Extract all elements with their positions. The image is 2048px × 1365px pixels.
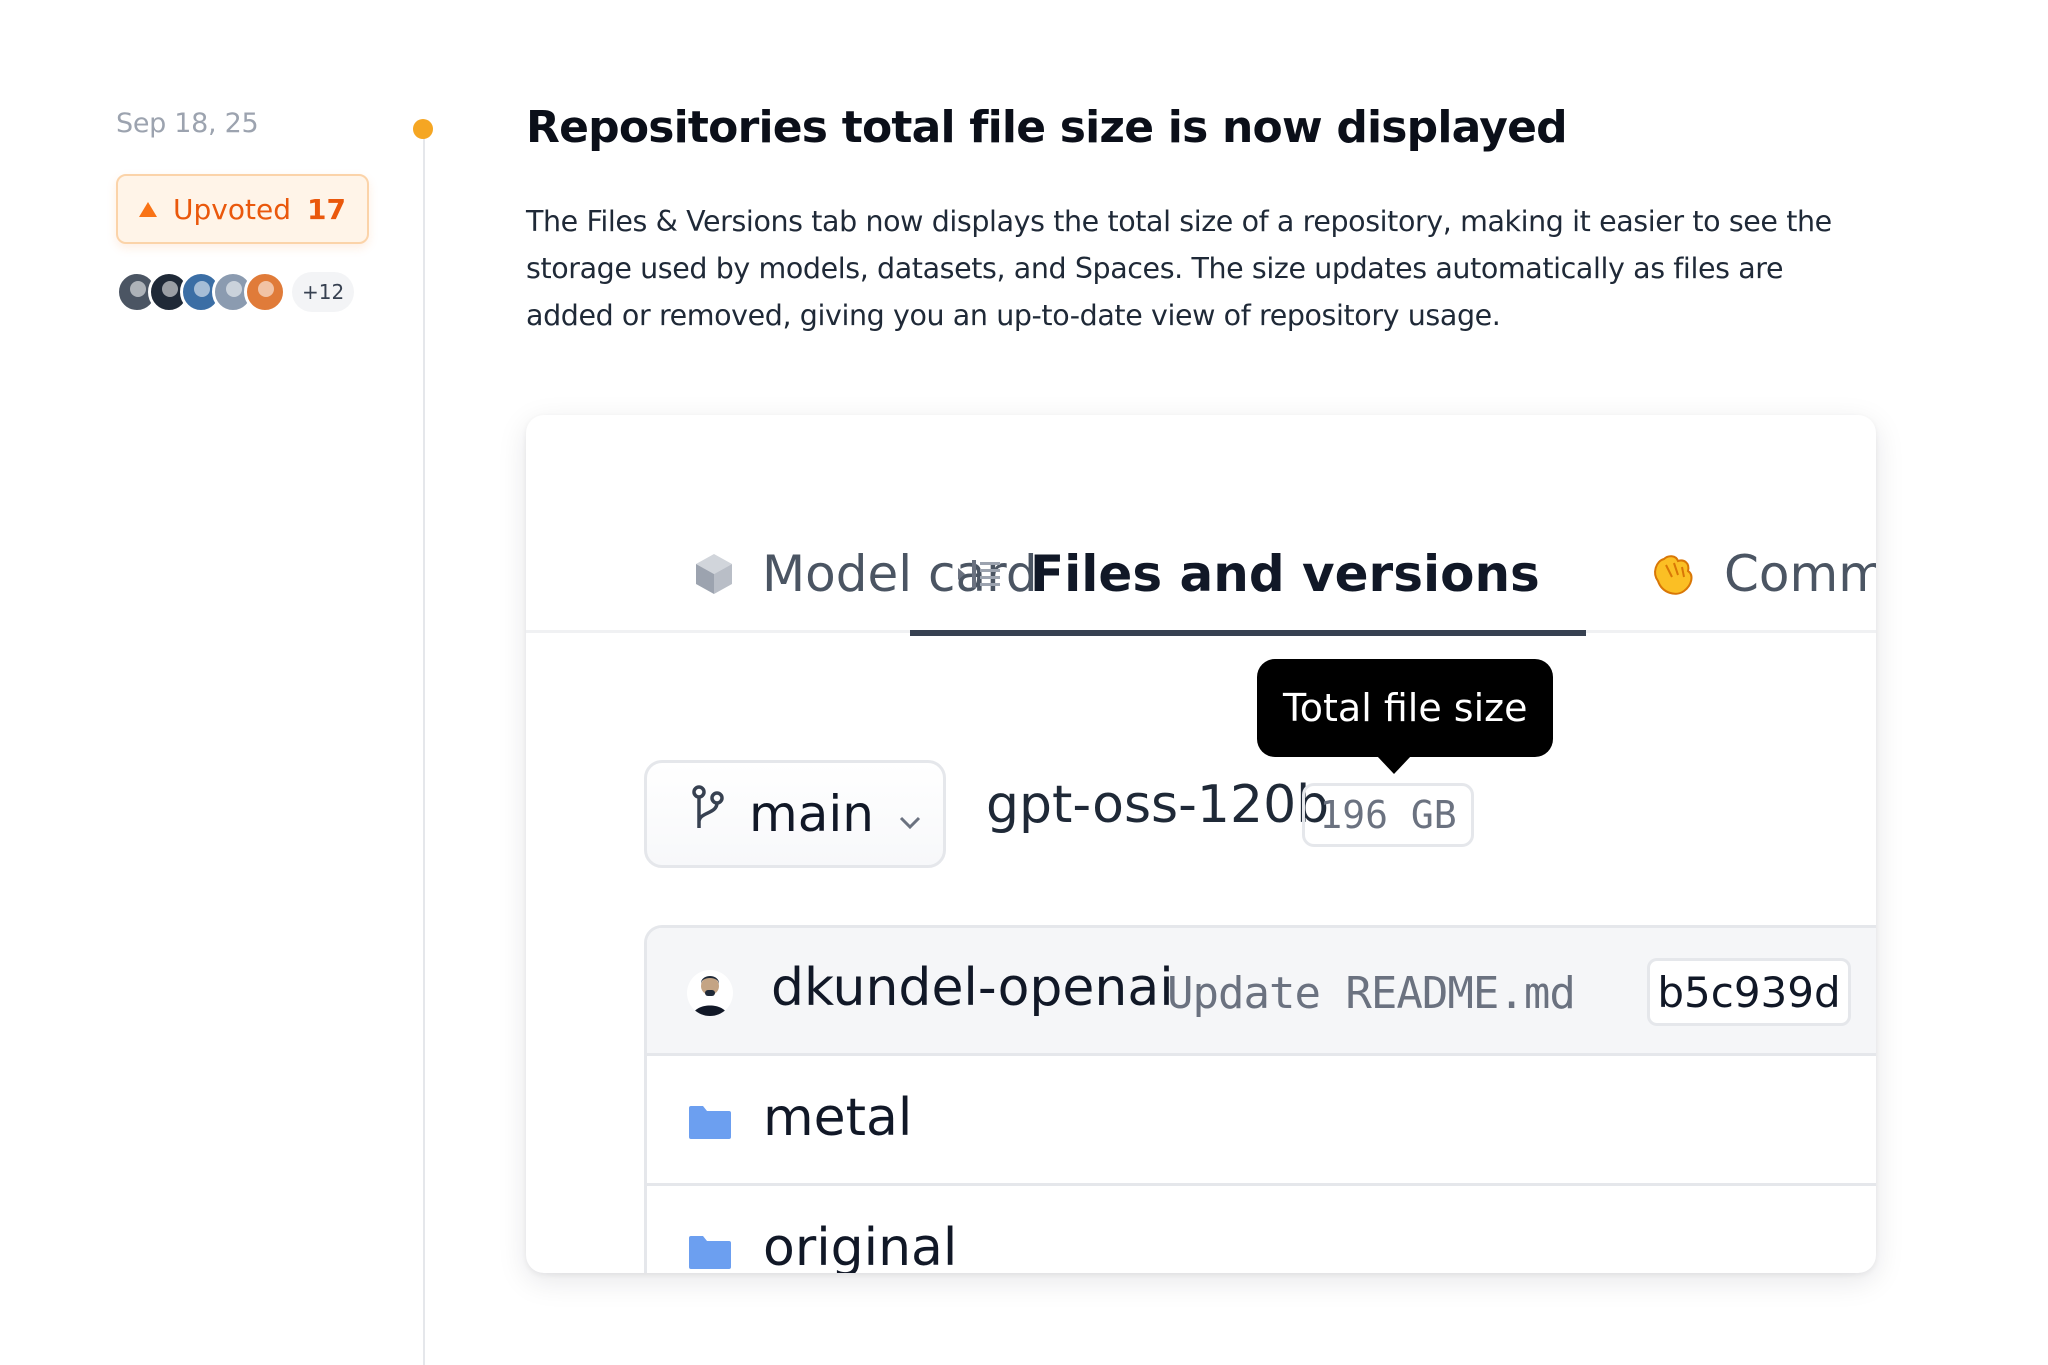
folder-icon bbox=[687, 1234, 733, 1273]
upvote-arrow-icon bbox=[139, 201, 158, 217]
repo-name: gpt-oss-120b bbox=[986, 775, 1330, 835]
avatar[interactable] bbox=[244, 271, 286, 313]
upvoter-avatars[interactable]: +12 bbox=[116, 270, 355, 314]
commit-hash[interactable]: b5c939d bbox=[1647, 958, 1851, 1026]
commit-message[interactable]: Update README.md bbox=[1167, 968, 1576, 1019]
file-tree-icon bbox=[956, 556, 1002, 592]
tab-community[interactable]: Commu bbox=[1648, 515, 1876, 633]
entry-description: The Files & Versions tab now displays th… bbox=[526, 205, 1832, 332]
list-item[interactable]: original bbox=[647, 1186, 1876, 1273]
chevron-down-icon bbox=[898, 785, 922, 843]
branch-label: main bbox=[749, 785, 874, 843]
list-item[interactable]: metal bbox=[647, 1056, 1876, 1186]
tab-label: Commu bbox=[1724, 545, 1876, 603]
last-commit-row[interactable]: dkundel-openai Update README.md b5c939d bbox=[647, 928, 1876, 1056]
tab-label: Files and versions bbox=[1030, 545, 1540, 603]
repo-tabs: Model card Files and versions Comm bbox=[526, 415, 1876, 636]
timeline-line bbox=[423, 130, 425, 1365]
folder-icon bbox=[687, 1104, 733, 1144]
hand-emoji-icon bbox=[1648, 551, 1696, 597]
total-size-tooltip: Total file size bbox=[1257, 659, 1554, 774]
branch-selector[interactable]: main bbox=[644, 760, 946, 868]
avatar[interactable] bbox=[687, 970, 733, 1016]
folder-name: metal bbox=[763, 1088, 913, 1148]
total-size-badge: 196 GB bbox=[1302, 783, 1474, 847]
timeline-dot bbox=[413, 119, 433, 139]
folder-name: original bbox=[763, 1218, 958, 1273]
cube-icon bbox=[694, 552, 734, 596]
feature-screenshot: Model card Files and versions Comm Total… bbox=[526, 415, 1876, 1273]
entry-date: Sep 18, 25 bbox=[116, 108, 259, 139]
entry-title: Repositories total file size is now disp… bbox=[526, 102, 1568, 153]
more-upvoters-count[interactable]: +12 bbox=[292, 272, 355, 312]
file-table: dkundel-openai Update README.md b5c939d … bbox=[644, 925, 1876, 1273]
upvote-count: 17 bbox=[306, 192, 346, 226]
changelog-page: Sep 18, 25 Upvoted 17 +12 Repositories t… bbox=[0, 0, 2048, 1365]
upvote-label: Upvoted bbox=[173, 192, 291, 226]
tab-files-and-versions[interactable]: Files and versions bbox=[910, 515, 1586, 636]
git-branch-icon bbox=[691, 784, 725, 844]
commit-author[interactable]: dkundel-openai bbox=[771, 958, 1174, 1018]
upvote-button[interactable]: Upvoted 17 bbox=[116, 174, 369, 244]
